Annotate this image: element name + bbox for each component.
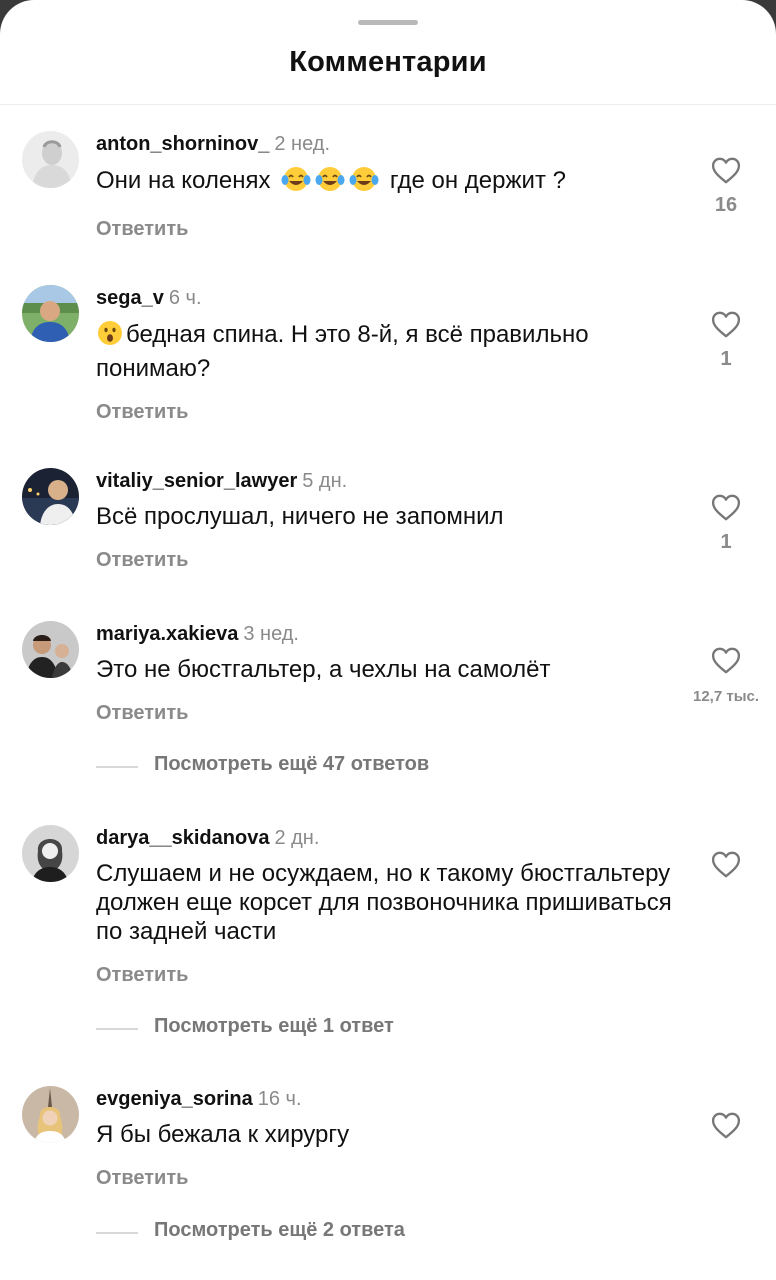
reply-button[interactable]: Ответить — [96, 401, 676, 424]
face-with-tears-of-joy-icon — [349, 165, 379, 200]
divider — [96, 766, 138, 768]
comment-text: Всё прослушал, ничего не запомнил — [96, 503, 504, 530]
reply-button[interactable]: Ответить — [96, 218, 676, 241]
comment-username[interactable]: evgeniya_sorina — [96, 1088, 253, 1110]
comment-username[interactable]: mariya.xakieva — [96, 623, 238, 645]
reply-button[interactable]: Ответить — [96, 964, 676, 987]
drag-handle[interactable] — [358, 20, 418, 25]
heart-icon[interactable] — [711, 494, 741, 521]
avatar[interactable] — [22, 285, 79, 342]
like-group: 1 — [700, 494, 752, 554]
comment-username[interactable]: anton_shorninov_ — [96, 133, 269, 155]
comment-text: бедная спина. Н это 8-й, я всё правильно… — [96, 319, 589, 382]
face-with-tears-of-joy-icon — [281, 165, 311, 200]
comment-time: 3 нед. — [243, 623, 299, 645]
comment-username[interactable]: sega_v — [96, 287, 164, 309]
reply-button[interactable]: Ответить — [96, 549, 676, 572]
avatar[interactable] — [22, 131, 79, 188]
like-count: 16 — [714, 194, 738, 216]
comment-text: Я бы бежала к хирургу — [96, 1121, 350, 1148]
like-count: 12,7 тыс. — [692, 688, 760, 705]
divider — [96, 1232, 138, 1234]
heart-icon[interactable] — [711, 1112, 741, 1139]
avatar[interactable] — [22, 468, 79, 525]
like-count: 1 — [720, 531, 732, 553]
like-group: 16 — [700, 157, 752, 217]
heart-icon[interactable] — [711, 311, 741, 338]
like-group — [700, 1112, 752, 1139]
comment-text: Это не бюстгальтер, а чехлы на самолёт — [96, 656, 551, 683]
like-count: 1 — [720, 348, 732, 370]
heart-icon[interactable] — [711, 647, 741, 674]
comment-time: 6 ч. — [168, 287, 202, 309]
comment-time: 16 ч. — [257, 1088, 302, 1110]
page-title: Комментарии — [289, 46, 487, 78]
comment-username[interactable]: vitaliy_senior_lawyer — [96, 470, 297, 492]
comment-time: 2 нед. — [274, 133, 330, 155]
face-with-tears-of-joy-icon — [315, 165, 345, 200]
divider — [96, 1028, 138, 1030]
comments-sheet: Комментарии anton_shorninov_ 2 нед. Они н… — [0, 0, 776, 1280]
header-divider — [0, 104, 776, 105]
avatar[interactable] — [22, 621, 79, 678]
comment-text: Они на коленях где он держит ? — [96, 165, 676, 200]
reply-button[interactable]: Ответить — [96, 1167, 676, 1190]
like-group: 1 — [700, 311, 752, 371]
heart-icon[interactable] — [711, 851, 741, 878]
like-group: 12,7 тыс. — [680, 647, 772, 705]
like-group — [700, 851, 752, 878]
avatar[interactable] — [22, 825, 79, 882]
comment-time: 2 дн. — [274, 827, 320, 849]
comment-text: Слушаем и не осуждаем, но к такому бюстг… — [96, 860, 672, 945]
heart-icon[interactable] — [711, 157, 741, 184]
face-with-open-mouth-icon — [96, 319, 124, 354]
avatar[interactable] — [22, 1086, 79, 1143]
reply-button[interactable]: Ответить — [96, 702, 676, 725]
comment-username[interactable]: darya__skidanova — [96, 827, 269, 849]
comment-time: 5 дн. — [302, 470, 348, 492]
